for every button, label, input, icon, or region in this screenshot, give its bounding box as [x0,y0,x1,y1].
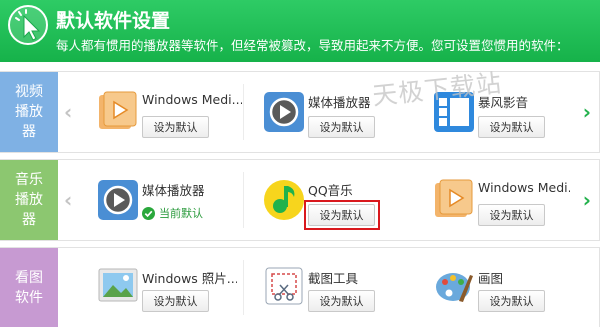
app-item-qq-music: QQ音乐 设为默认 [258,160,418,240]
app-name: QQ音乐 [308,183,353,198]
media-player-icon [95,177,141,223]
scroll-left-arrow[interactable]: ‹ [64,188,72,212]
app-name: 媒体播放器 [308,95,371,110]
set-default-button[interactable]: 设为默认 [478,204,545,226]
app-name: 暴风影音 [478,95,529,110]
qq-music-icon [261,177,307,223]
app-item-snipping-tool: 截图工具 设为默认 [258,248,418,327]
app-item-baofeng: 暴风影音 设为默认 [428,72,568,152]
scroll-right-arrow[interactable]: › [583,188,591,212]
check-circle-icon [142,206,155,220]
app-item-windows-photos: Windows 照片... 设为默认 [92,248,242,327]
app-item-media-player: 媒体播放器 设为默认 [258,72,418,152]
header-bar: 默认软件设置 每人都有惯用的播放器等软件，但经常被篡改，导致用起来不方便。您可设… [0,0,600,62]
set-default-button[interactable]: 设为默认 [308,116,375,138]
scroll-left-arrow[interactable]: ‹ [64,100,72,124]
column-divider [243,84,244,140]
app-item-windows-media-player: Windows Medi... 设为默认 [428,160,570,240]
category-label-image: 看图软件 [0,248,58,327]
highlight-box [304,200,380,230]
baofeng-icon [431,89,477,135]
windows-photos-icon [95,263,141,309]
app-name: 媒体播放器 [142,183,205,198]
app-name: Windows Medi... [142,92,242,107]
snipping-tool-icon [261,263,307,309]
cursor-click-icon [8,5,48,45]
category-label-video: 视频播放器 [0,72,58,152]
paint-icon [431,263,477,309]
current-default-status: 当前默认 [142,205,203,221]
category-row-music: 音乐播放器 ‹ 媒体播放器 当前默认 QQ音乐 设为默认 Windows Med… [0,159,600,241]
column-divider [243,172,244,228]
app-name: 画图 [478,271,504,286]
category-row-video: 视频播放器 ‹ Windows Medi... 设为默认 媒体播放器 设为默认 [0,71,600,153]
page-title: 默认软件设置 [56,10,171,32]
windows-media-player-icon [431,177,477,223]
set-default-button[interactable]: 设为默认 [308,290,375,312]
scroll-right-arrow[interactable]: › [583,100,591,124]
app-name: Windows 照片... [142,271,237,286]
set-default-button[interactable]: 设为默认 [142,116,209,138]
set-default-button[interactable]: 设为默认 [478,290,545,312]
page-description: 每人都有惯用的播放器等软件，但经常被篡改，导致用起来不方便。您可设置您惯用的软件… [56,38,569,53]
app-item-paint: 画图 设为默认 [428,248,568,327]
app-name: 截图工具 [308,271,359,286]
column-divider [243,260,244,315]
media-player-icon [261,89,307,135]
app-item-windows-media-player: Windows Medi... 设为默认 [92,72,242,152]
app-name: Windows Medi... [478,180,570,195]
app-item-media-player: 媒体播放器 当前默认 [92,160,242,240]
set-default-button[interactable]: 设为默认 [478,116,545,138]
set-default-button[interactable]: 设为默认 [142,290,209,312]
category-row-image: 看图软件 Windows 照片... 设为默认 截图工具 设为默认 画图 设为默… [0,247,600,327]
category-label-music: 音乐播放器 [0,160,58,240]
windows-media-player-icon [95,89,141,135]
